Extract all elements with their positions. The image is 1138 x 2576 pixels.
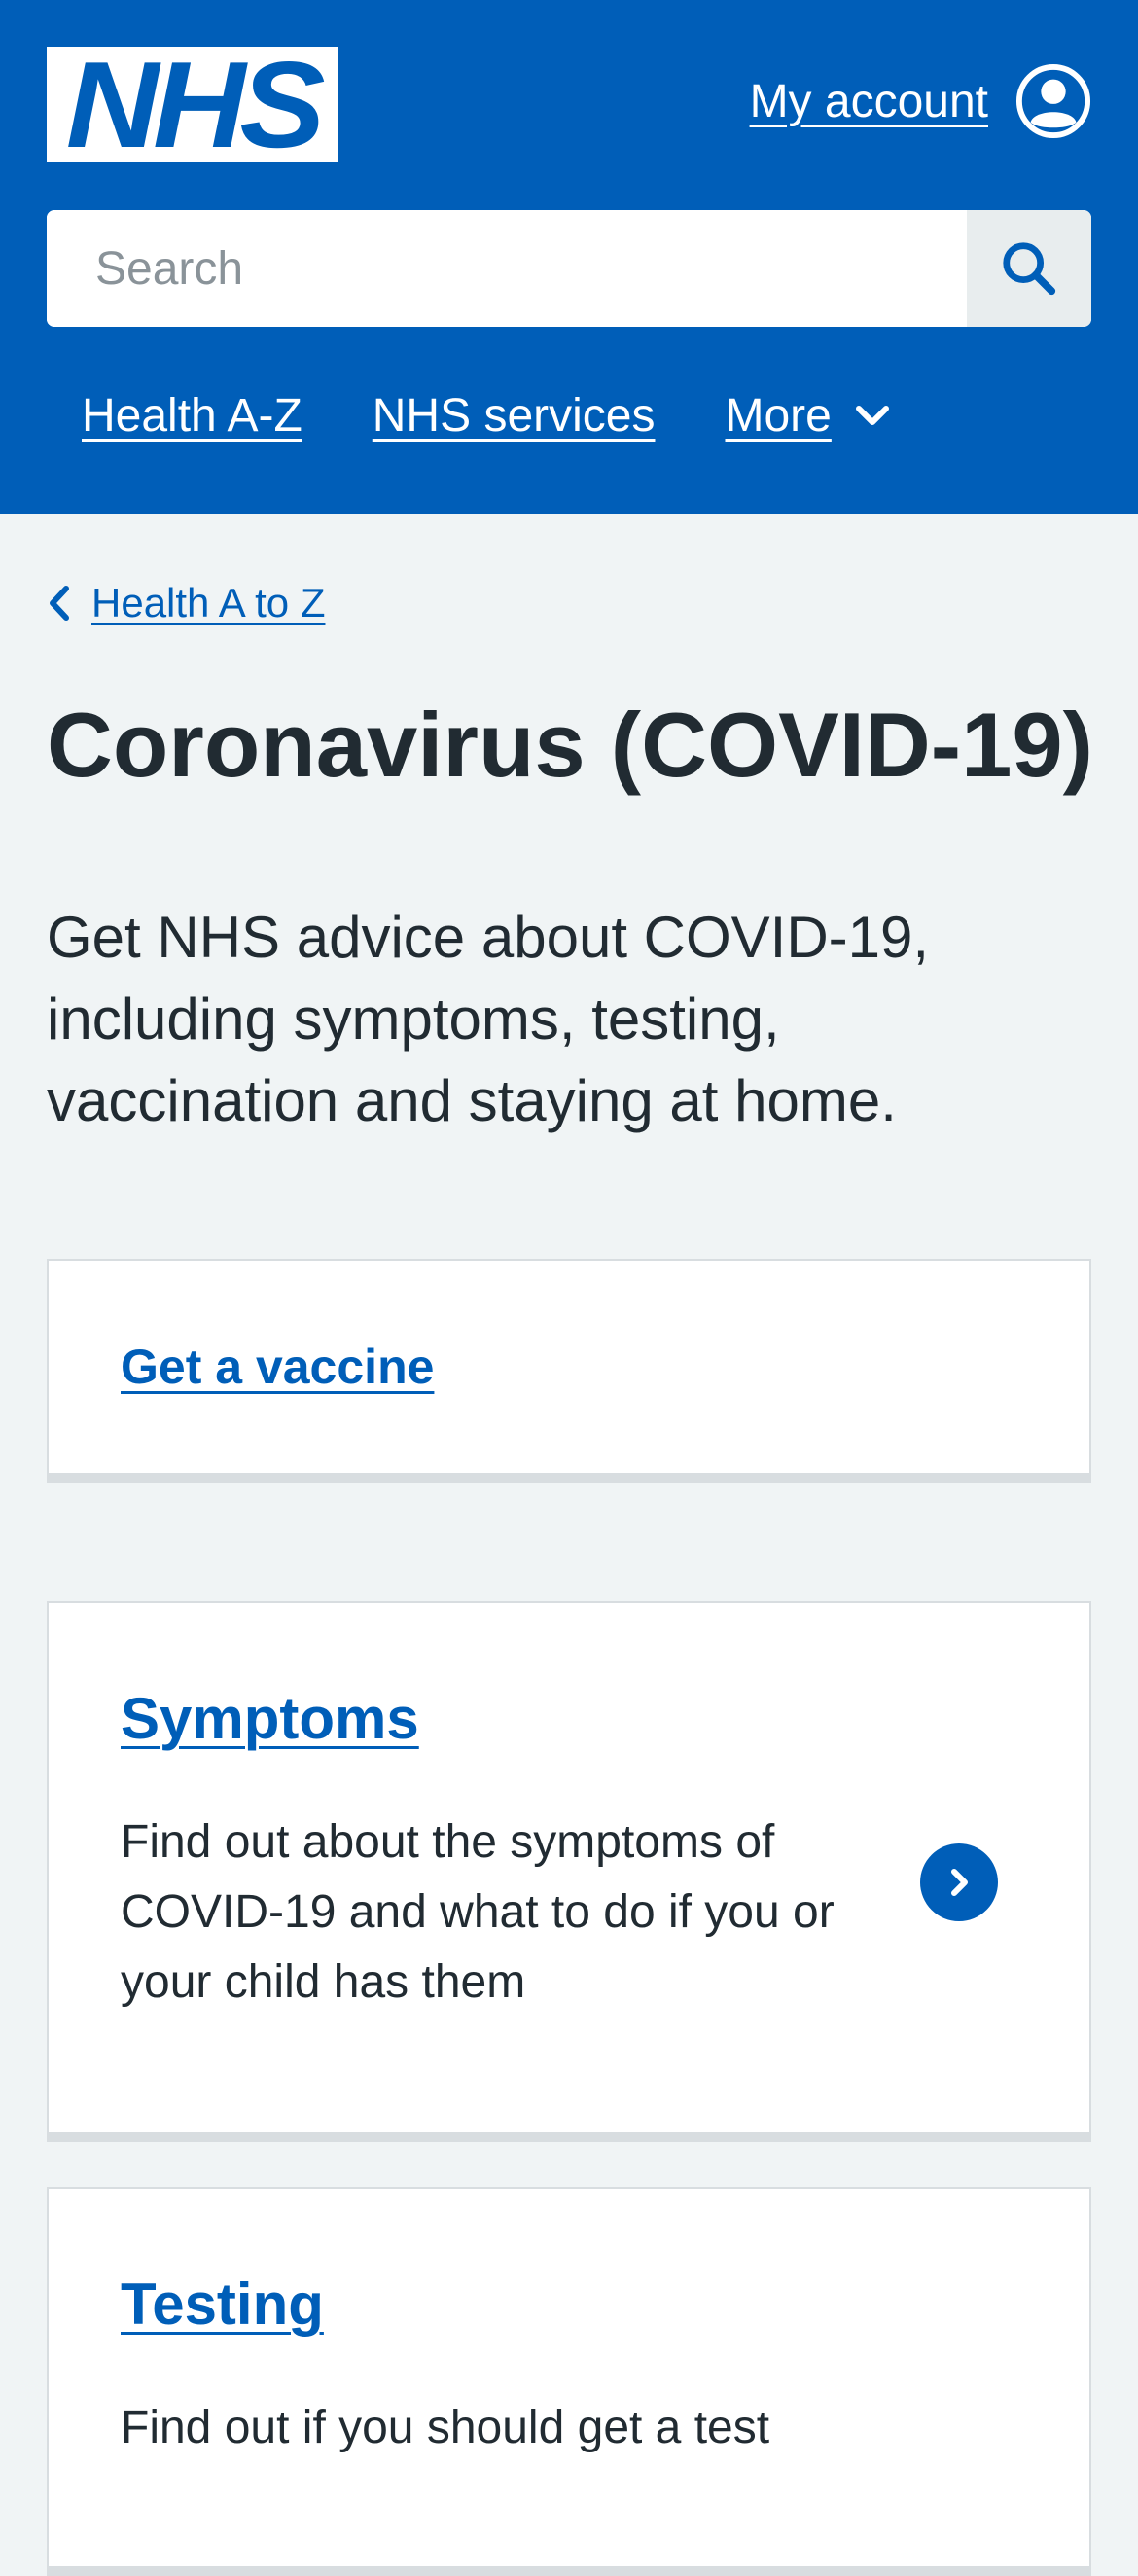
card-testing-heading: Testing: [121, 2271, 324, 2338]
chevron-left-icon: [50, 586, 69, 621]
search-icon: [1003, 242, 1056, 296]
breadcrumb: Health A to Z: [47, 580, 325, 626]
my-account-link[interactable]: My account: [750, 62, 1091, 140]
card-testing-description: Find out if you should get a test: [121, 2402, 770, 2453]
chevron-right-icon: [951, 1869, 968, 1896]
card-symptoms-heading: Symptoms: [121, 1685, 419, 1752]
nav-more-button[interactable]: More: [725, 389, 891, 443]
get-a-vaccine-link[interactable]: Get a vaccine: [121, 1339, 434, 1395]
logo-text: NHS: [65, 35, 326, 173]
card-symptoms-description: Find out about the symptoms of COVID-19 …: [121, 1816, 835, 2008]
site-header: NHS My account Health A-Z NHS services M…: [0, 0, 1138, 514]
nav-health-a-z[interactable]: Health A-Z: [82, 389, 302, 443]
chevron-down-icon: [855, 405, 889, 425]
account-icon: [1015, 63, 1091, 139]
my-account-label: My account: [749, 75, 988, 127]
chevron-right-circle-icon[interactable]: [920, 1843, 998, 1921]
card-testing[interactable]: Testing Find out if you should get a tes…: [47, 2187, 1091, 2576]
card-get-a-vaccine[interactable]: Get a vaccine: [47, 1259, 1091, 1483]
testing-link[interactable]: Testing: [121, 2272, 324, 2337]
page-title: Coronavirus (COVID-19): [47, 694, 1093, 796]
search-input[interactable]: [47, 210, 967, 327]
nav-nhs-services[interactable]: NHS services: [373, 389, 656, 443]
nhs-logo[interactable]: NHS: [47, 43, 338, 165]
card-symptoms[interactable]: Symptoms Find out about the symptoms of …: [47, 1601, 1091, 2142]
primary-nav: Health A-Z NHS services More: [82, 389, 892, 443]
search-button[interactable]: [967, 210, 1091, 327]
breadcrumb-link[interactable]: Health A to Z: [91, 580, 325, 626]
lead-paragraph: Get NHS advice about COVID-19, including…: [47, 905, 930, 1133]
symptoms-link[interactable]: Symptoms: [121, 1686, 419, 1751]
search-bar: [47, 210, 1091, 327]
nav-more-label: More: [725, 390, 832, 442]
